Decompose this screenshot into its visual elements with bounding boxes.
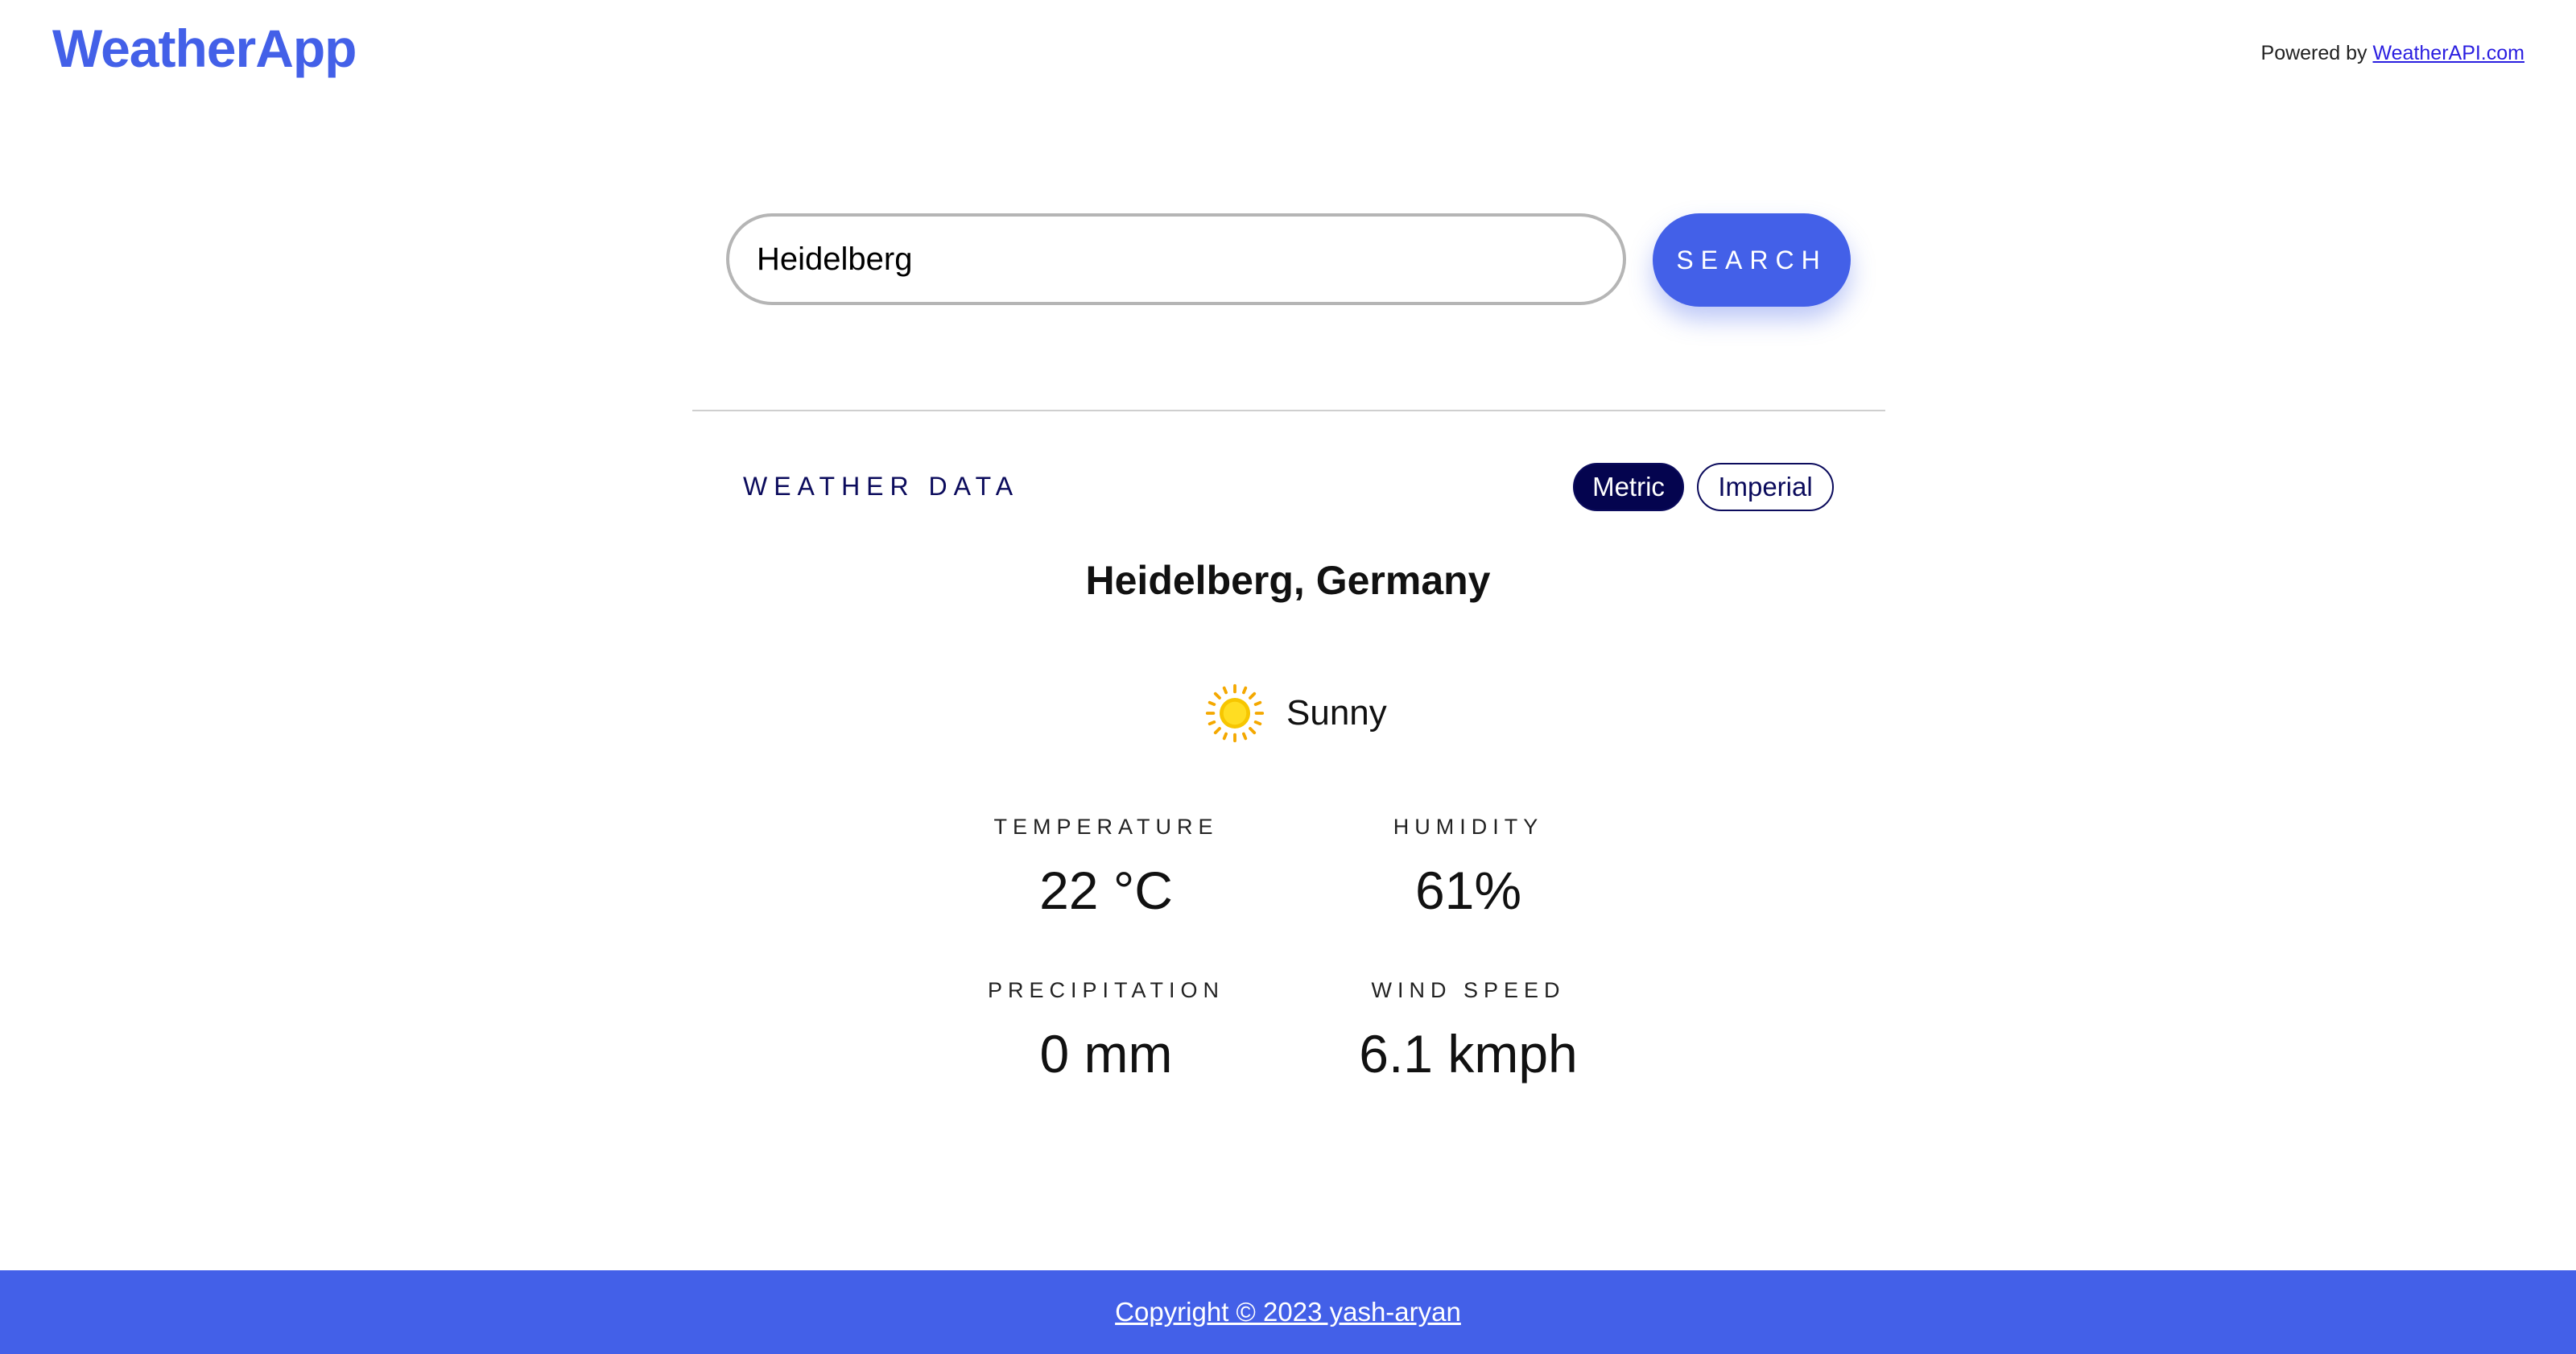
temperature-value: 22 °C	[1039, 861, 1173, 920]
weather-data-heading: WEATHER DATA	[743, 472, 1020, 501]
app-logo[interactable]: WeatherApp	[52, 18, 357, 79]
precipitation-label: PRECIPITATION	[987, 978, 1224, 1002]
copyright-link[interactable]: Copyright © 2023 yash-aryan	[1115, 1297, 1461, 1327]
search-button[interactable]: SEARCH	[1653, 213, 1851, 307]
wind-speed-value: 6.1 kmph	[1359, 1024, 1578, 1084]
precipitation-value: 0 mm	[1039, 1024, 1173, 1084]
humidity-label: HUMIDITY	[1393, 815, 1544, 839]
humidity-value: 61%	[1414, 861, 1522, 920]
unit-toggle: Metric Imperial	[1573, 463, 1834, 511]
powered-by: Powered by WeatherAPI.com	[2261, 42, 2524, 65]
weather-condition: Sunny	[1204, 683, 1387, 744]
divider	[692, 410, 1885, 411]
metric-button[interactable]: Metric	[1573, 463, 1684, 511]
wind-speed-label: WIND SPEED	[1371, 978, 1566, 1002]
condition-text: Sunny	[1286, 693, 1387, 733]
weatherapi-link[interactable]: WeatherAPI.com	[2372, 42, 2524, 64]
powered-by-label: Powered by	[2260, 42, 2373, 64]
footer: Copyright © 2023 yash-aryan	[0, 1270, 2576, 1354]
imperial-button[interactable]: Imperial	[1697, 463, 1834, 511]
location-title: Heidelberg, Germany	[1085, 558, 1491, 603]
search-input[interactable]	[726, 213, 1626, 305]
sun-icon	[1205, 683, 1265, 743]
temperature-label: TEMPERATURE	[993, 815, 1219, 839]
